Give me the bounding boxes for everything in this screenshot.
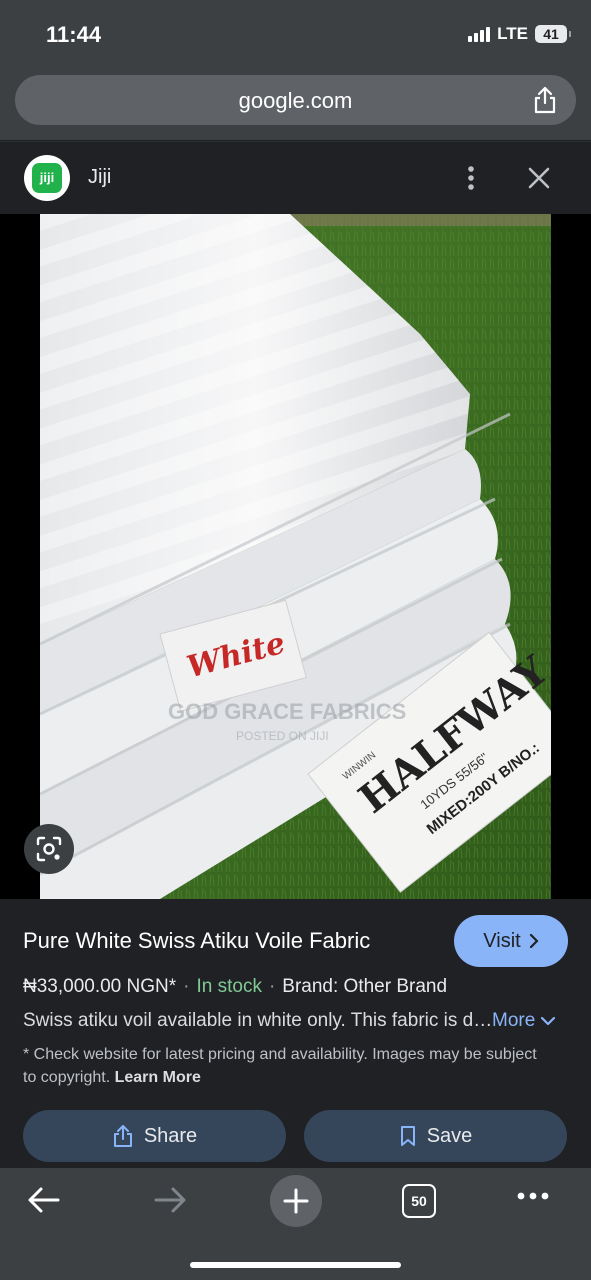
address-bar[interactable]: google.com <box>15 75 576 125</box>
logo-text: jiji <box>32 163 62 193</box>
battery-level: 41 <box>543 26 559 42</box>
site-name: Jiji <box>88 166 112 188</box>
more-label: More <box>492 1010 536 1031</box>
status-indicators: LTE 41 <box>468 24 571 44</box>
home-indicator[interactable] <box>190 1262 401 1268</box>
tab-switcher-icon[interactable]: 50 <box>402 1184 436 1218</box>
tab-count: 50 <box>411 1193 427 1209</box>
signal-icon <box>468 26 491 42</box>
brand: Brand: Other Brand <box>282 976 448 997</box>
save-button[interactable]: Save <box>304 1110 567 1162</box>
bookmark-icon <box>400 1126 415 1146</box>
visit-button[interactable]: Visit <box>454 915 568 967</box>
google-lens-icon[interactable] <box>24 824 74 874</box>
product-meta: ₦33,000.00 NGN* · In stock · Brand: Other Br… <box>23 976 448 997</box>
learn-more-link[interactable]: Learn More <box>115 1069 201 1086</box>
battery-icon: 41 <box>535 25 571 43</box>
share-label: Share <box>143 1124 198 1147</box>
stock-status: In stock <box>196 976 262 997</box>
jiji-logo: jiji <box>24 155 70 201</box>
url-text[interactable]: google.com <box>15 88 576 114</box>
product-title[interactable]: Pure White Swiss Atiku Voile Fabric <box>23 928 370 954</box>
product-image[interactable]: White WINWIN HALFWAY 10YDS 55/56" MIXED:… <box>40 214 551 899</box>
status-time: 11:44 <box>46 22 102 47</box>
copyright-notice: * Check website for latest pricing and a… <box>23 1043 553 1089</box>
status-bar: 11:44 LTE 41 <box>0 0 591 70</box>
forward-arrow-icon[interactable] <box>152 1184 188 1216</box>
site-header: jiji Jiji <box>0 141 591 215</box>
more-button[interactable]: More <box>492 1010 556 1032</box>
share-button[interactable]: Share <box>23 1110 286 1162</box>
network-type: LTE <box>497 24 528 43</box>
watermark-text: GOD GRACE FABRICS <box>168 699 406 724</box>
more-horiz-icon[interactable] <box>516 1191 550 1201</box>
save-label: Save <box>426 1124 473 1147</box>
share-icon[interactable] <box>532 86 558 119</box>
share-icon <box>113 1125 132 1147</box>
image-viewer: White WINWIN HALFWAY 10YDS 55/56" MIXED:… <box>0 214 591 899</box>
visit-label: Visit <box>483 929 521 952</box>
price: ₦33,000.00 NGN* <box>23 976 177 997</box>
back-arrow-icon[interactable] <box>26 1184 62 1216</box>
new-tab-plus-icon[interactable] <box>270 1175 322 1227</box>
more-vert-icon[interactable] <box>460 164 482 194</box>
browser-toolbar: 50 <box>0 1168 591 1280</box>
product-description: Swiss atiku voil available in white only… <box>23 1010 493 1031</box>
browser-top-bar: google.com <box>0 70 591 140</box>
chevron-down-icon <box>541 1016 556 1026</box>
chevron-right-icon <box>529 934 538 948</box>
notice-text: * Check website for latest pricing and a… <box>23 1046 537 1086</box>
watermark-subtext: POSTED ON JIJI <box>236 729 329 743</box>
close-icon[interactable] <box>526 165 552 196</box>
